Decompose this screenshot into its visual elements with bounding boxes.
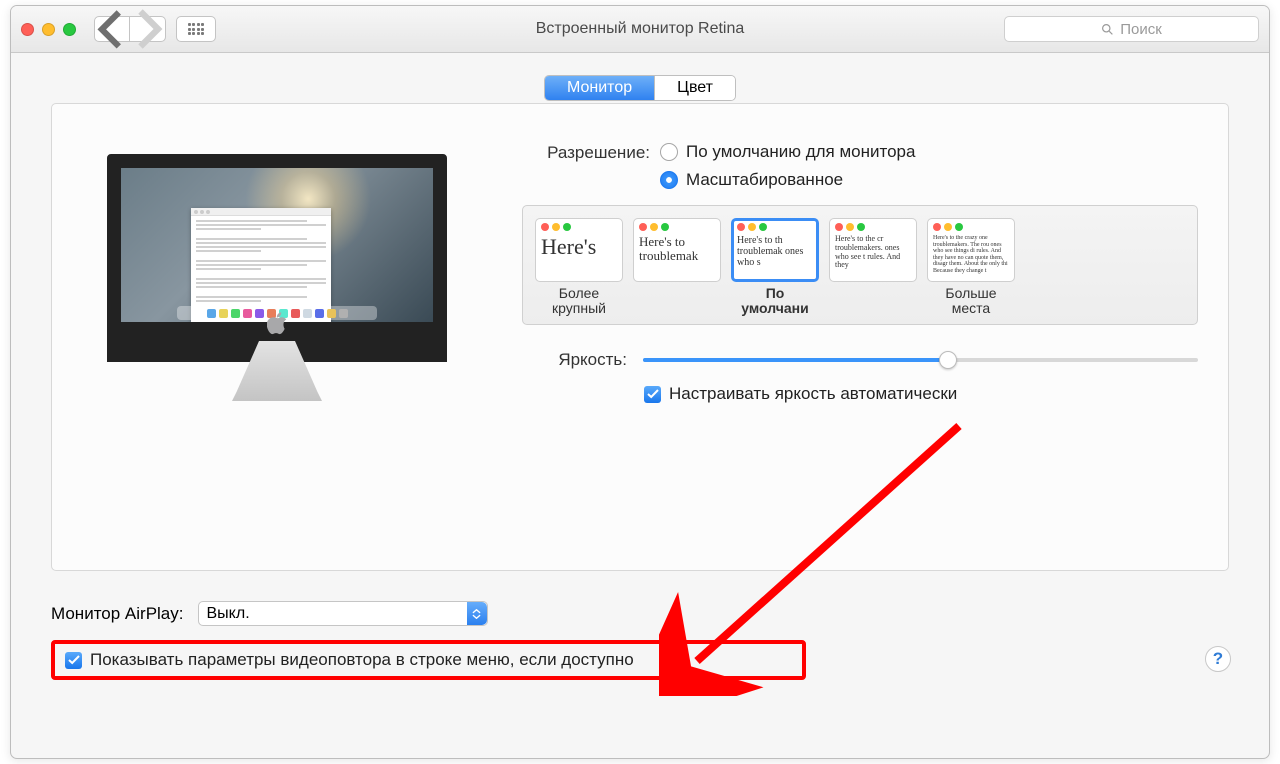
display-illustration [82, 142, 472, 540]
scale-option-2[interactable]: Here's to th troublemak ones who sПо умо… [731, 218, 819, 318]
radio-icon [660, 143, 678, 161]
tab-bar: Монитор Цвет [51, 75, 1229, 101]
select-stepper-icon [467, 602, 487, 625]
settings-panel: Разрешение: По умолчанию для монитора Ма… [51, 103, 1229, 571]
settings-right-column: Разрешение: По умолчанию для монитора Ма… [520, 142, 1198, 540]
slider-knob[interactable] [939, 351, 957, 369]
nav-buttons [94, 16, 166, 42]
resolution-label: Разрешение: [520, 142, 660, 163]
airplay-row: Монитор AirPlay: Выкл. [51, 601, 1229, 626]
tab-monitor[interactable]: Монитор [545, 76, 654, 100]
search-placeholder: Поиск [1120, 21, 1162, 38]
show-all-button[interactable] [176, 16, 216, 42]
grid-icon [188, 23, 204, 35]
checkbox-label: Настраивать яркость автоматически [669, 384, 957, 404]
bottom-area: Монитор AirPlay: Выкл. Показывать параме… [11, 581, 1269, 680]
slider-fill [643, 358, 948, 362]
back-button[interactable] [94, 16, 130, 42]
show-mirroring-options-checkbox[interactable]: Показывать параметры видеоповтора в стро… [65, 650, 634, 670]
checkbox-label: Показывать параметры видеоповтора в стро… [90, 650, 634, 670]
scale-option-4[interactable]: Here's to the crazy one troublemakers. T… [927, 218, 1015, 318]
radio-default-for-display[interactable]: По умолчанию для монитора [660, 142, 915, 162]
radio-icon [660, 171, 678, 189]
airplay-select[interactable]: Выкл. [198, 601, 488, 626]
scale-option-label: Больше места [945, 286, 996, 318]
brightness-row: Яркость: [520, 349, 1198, 370]
search-icon [1101, 23, 1114, 36]
window-title: Встроенный монитор Retina [536, 20, 745, 38]
window-controls [21, 23, 76, 36]
brightness-slider[interactable] [643, 358, 1198, 362]
search-field[interactable]: Поиск [1004, 16, 1259, 42]
minimize-window-button[interactable] [42, 23, 55, 36]
checkbox-icon [644, 386, 661, 403]
content-area: Монитор Цвет [11, 53, 1269, 581]
scale-options-box: Here'sБолее крупныйHere's to troublemak … [522, 205, 1198, 325]
airplay-value: Выкл. [207, 605, 250, 623]
scale-option-1[interactable]: Here's to troublemak [633, 218, 721, 318]
forward-button[interactable] [130, 16, 166, 42]
radio-scaled[interactable]: Масштабированное [660, 170, 915, 190]
preferences-window: Встроенный монитор Retina Поиск Монитор … [10, 5, 1270, 759]
close-window-button[interactable] [21, 23, 34, 36]
scale-option-3[interactable]: Here's to the cr troublemakers. ones who… [829, 218, 917, 318]
scale-option-label: Более крупный [552, 286, 606, 318]
scale-option-label: По умолчани [741, 286, 809, 318]
titlebar: Встроенный монитор Retina Поиск [11, 6, 1269, 53]
checkbox-icon [65, 652, 82, 669]
tab-color[interactable]: Цвет [654, 76, 735, 100]
radio-label: По умолчанию для монитора [686, 142, 915, 162]
help-button[interactable]: ? [1205, 646, 1231, 672]
auto-brightness-checkbox[interactable]: Настраивать яркость автоматически [644, 384, 1198, 404]
scale-option-0[interactable]: Here'sБолее крупный [535, 218, 623, 318]
apple-logo-icon [267, 312, 287, 342]
radio-label: Масштабированное [686, 170, 843, 190]
airplay-label: Монитор AirPlay: [51, 604, 184, 624]
annotation-highlight-box: Показывать параметры видеоповтора в стро… [51, 640, 806, 680]
zoom-window-button[interactable] [63, 23, 76, 36]
resolution-row: Разрешение: По умолчанию для монитора Ма… [520, 142, 1198, 190]
brightness-label: Яркость: [520, 349, 637, 370]
